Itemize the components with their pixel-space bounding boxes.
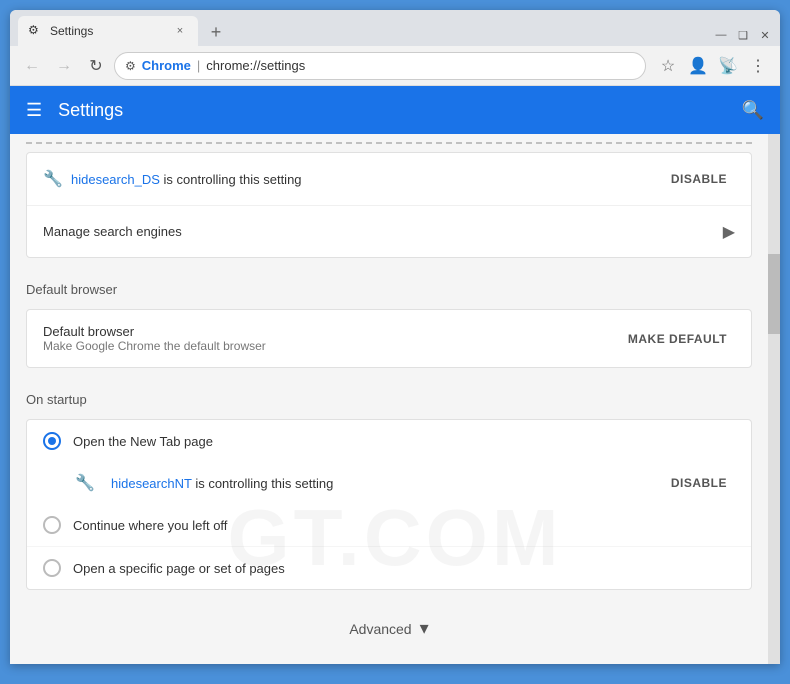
hidesearch-nt-controlling-row: 🔧 hidesearchNT is controlling this setti… bbox=[27, 462, 751, 504]
reload-button[interactable]: ↻ bbox=[82, 52, 110, 80]
radio-continue[interactable] bbox=[43, 516, 61, 534]
startup-option-specific-page[interactable]: Open a specific page or set of pages bbox=[27, 546, 751, 589]
on-startup-section-title: On startup bbox=[10, 376, 768, 411]
url-display: chrome://settings bbox=[206, 58, 305, 73]
default-browser-card: Default browser Make Google Chrome the d… bbox=[26, 309, 752, 368]
main-content: 🔧 hidesearch_DS is controlling this sett… bbox=[10, 134, 780, 664]
extension-name-hidesearch-ds: hidesearch_DS bbox=[71, 172, 160, 187]
back-button[interactable]: ← bbox=[18, 52, 46, 80]
disable-search-engine-button[interactable]: DISABLE bbox=[663, 168, 735, 190]
content-area: 🔧 hidesearch_DS is controlling this sett… bbox=[10, 134, 768, 664]
controlling-text-suffix: is controlling this setting bbox=[164, 172, 302, 187]
advanced-label: Advanced bbox=[349, 621, 411, 637]
hidesearch-nt-text: hidesearchNT is controlling this setting bbox=[111, 476, 655, 491]
manage-search-engines-row[interactable]: Manage search engines ▶ bbox=[27, 205, 751, 257]
more-button[interactable]: ⋮ bbox=[744, 52, 772, 80]
startup-option-new-tab[interactable]: Open the New Tab page bbox=[27, 420, 751, 462]
extension-name-hidesearch-nt: hidesearchNT bbox=[111, 476, 192, 491]
app-header: ☰ Settings 🔍 bbox=[10, 86, 780, 134]
advanced-arrow-icon: ▾ bbox=[420, 618, 429, 639]
tab-title-text: Settings bbox=[50, 24, 93, 38]
make-default-button[interactable]: MAKE DEFAULT bbox=[620, 328, 735, 350]
settings-content: 🔧 hidesearch_DS is controlling this sett… bbox=[10, 142, 768, 664]
page-title: Settings bbox=[58, 100, 123, 121]
manage-search-engines-label: Manage search engines bbox=[43, 224, 723, 239]
browser-window: ⚙ Settings × + — ❑ ✕ ← → ↻ ⚙ Chrome | ch… bbox=[10, 10, 780, 664]
scrollbar[interactable] bbox=[768, 134, 780, 664]
nav-right-buttons: ☆ 👤 📡 ⋮ bbox=[654, 52, 772, 80]
forward-button[interactable]: → bbox=[50, 52, 78, 80]
startup-continue-label: Continue where you left off bbox=[73, 518, 227, 533]
startup-option-continue[interactable]: Continue where you left off bbox=[27, 504, 751, 546]
tab-favicon: ⚙ bbox=[28, 23, 44, 39]
search-controlling-text: hidesearch_DS is controlling this settin… bbox=[71, 172, 663, 187]
window-minimize-button[interactable]: — bbox=[714, 28, 728, 42]
default-browser-label: Default browser bbox=[43, 324, 620, 339]
title-bar: ⚙ Settings × + — ❑ ✕ bbox=[10, 10, 780, 46]
window-close-button[interactable]: ✕ bbox=[758, 28, 772, 42]
hidesearch-nt-icon: 🔧 bbox=[75, 473, 95, 493]
tab-close-button[interactable]: × bbox=[172, 23, 188, 39]
search-engine-controlling-row: 🔧 hidesearch_DS is controlling this sett… bbox=[27, 153, 751, 205]
default-browser-section-title: Default browser bbox=[10, 266, 768, 301]
bookmark-button[interactable]: ☆ bbox=[654, 52, 682, 80]
default-browser-row: Default browser Make Google Chrome the d… bbox=[27, 310, 751, 367]
new-tab-button[interactable]: + bbox=[202, 18, 230, 46]
on-startup-card: Open the New Tab page 🔧 hidesearchNT is … bbox=[26, 419, 752, 590]
navigation-bar: ← → ↻ ⚙ Chrome | chrome://settings ☆ 👤 📡… bbox=[10, 46, 780, 86]
hidesearch-ds-icon: 🔧 bbox=[43, 169, 63, 189]
advanced-section[interactable]: Advanced ▾ bbox=[10, 598, 768, 659]
browser-tab[interactable]: ⚙ Settings × bbox=[18, 16, 198, 46]
search-icon[interactable]: 🔍 bbox=[742, 100, 764, 121]
search-engine-card: 🔧 hidesearch_DS is controlling this sett… bbox=[26, 152, 752, 258]
url-separator: | bbox=[197, 58, 200, 73]
window-maximize-button[interactable]: ❑ bbox=[736, 28, 750, 42]
default-browser-sublabel: Make Google Chrome the default browser bbox=[43, 339, 620, 353]
radio-new-tab[interactable] bbox=[43, 432, 61, 450]
nt-controlling-text-suffix: is controlling this setting bbox=[195, 476, 333, 491]
scrollbar-thumb[interactable] bbox=[768, 254, 780, 334]
site-icon: ⚙ bbox=[125, 59, 136, 73]
chrome-label: Chrome bbox=[142, 58, 191, 73]
address-bar[interactable]: ⚙ Chrome | chrome://settings bbox=[114, 52, 646, 80]
cast-button[interactable]: 📡 bbox=[714, 52, 742, 80]
manage-search-arrow-icon: ▶ bbox=[723, 222, 735, 242]
startup-specific-page-label: Open a specific page or set of pages bbox=[73, 561, 285, 576]
window-controls: — ❑ ✕ bbox=[714, 28, 772, 46]
hamburger-menu-icon[interactable]: ☰ bbox=[26, 100, 42, 121]
radio-specific-page[interactable] bbox=[43, 559, 61, 577]
startup-new-tab-label: Open the New Tab page bbox=[73, 434, 213, 449]
disable-nt-button[interactable]: DISABLE bbox=[663, 472, 735, 494]
radio-dot-new-tab bbox=[48, 437, 56, 445]
person-button[interactable]: 👤 bbox=[684, 52, 712, 80]
